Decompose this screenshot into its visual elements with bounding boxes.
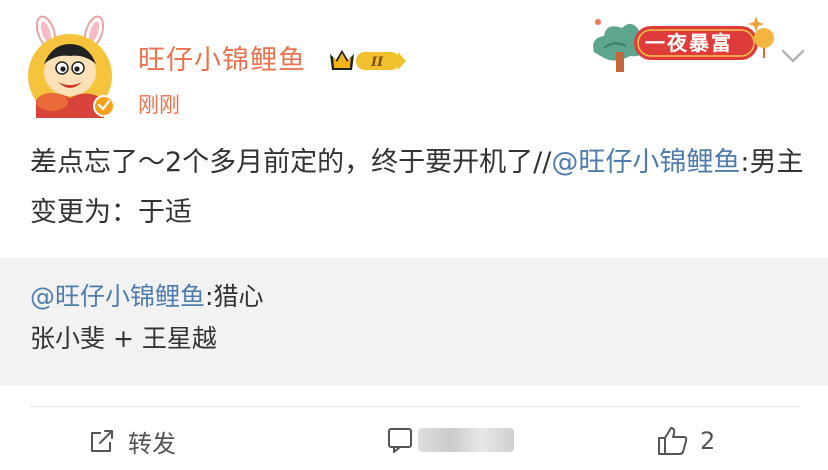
comment-icon bbox=[388, 428, 412, 453]
crown-level-icon[interactable]: II bbox=[326, 44, 408, 76]
post-body: 差点忘了～2个多月前定的，终于要开机了//@旺仔小锦鲤鱼:男主变更为：于适 bbox=[30, 138, 820, 238]
avatar[interactable] bbox=[22, 14, 118, 122]
chevron-down-icon bbox=[781, 49, 805, 63]
repost-line-1: @旺仔小锦鲤鱼:猎心 bbox=[30, 280, 263, 314]
username-link[interactable]: 旺仔小锦鲤鱼 bbox=[138, 44, 306, 78]
repost-mention-link[interactable]: @旺仔小锦鲤鱼 bbox=[30, 282, 205, 311]
more-options-button[interactable] bbox=[778, 44, 808, 68]
crown-level-text: II bbox=[370, 55, 384, 70]
repost-line-2: 张小斐 + 王星越 bbox=[30, 324, 217, 353]
repost-text-after: :猎心 bbox=[205, 282, 264, 311]
avatar-image bbox=[28, 15, 115, 118]
like-button[interactable]: 2 bbox=[656, 424, 715, 458]
post-text-before: 差点忘了～2个多月前定的，终于要开机了// bbox=[30, 147, 552, 178]
repost-button[interactable]: 转发 bbox=[88, 424, 176, 458]
comment-count-blurred bbox=[418, 428, 514, 452]
share-icon bbox=[91, 430, 113, 452]
mention-link[interactable]: @旺仔小锦鲤鱼 bbox=[551, 147, 740, 178]
comment-button[interactable] bbox=[386, 426, 514, 454]
action-divider bbox=[30, 406, 800, 407]
reposted-content[interactable]: @旺仔小锦鲤鱼:猎心 张小斐 + 王星越 bbox=[0, 258, 828, 386]
thumbs-up-icon bbox=[658, 427, 688, 455]
like-count: 2 bbox=[700, 427, 716, 455]
repost-label: 转发 bbox=[128, 429, 176, 458]
post-timestamp: 刚刚 bbox=[138, 93, 180, 117]
fortune-badge-text: 一夜暴富 bbox=[645, 31, 733, 55]
